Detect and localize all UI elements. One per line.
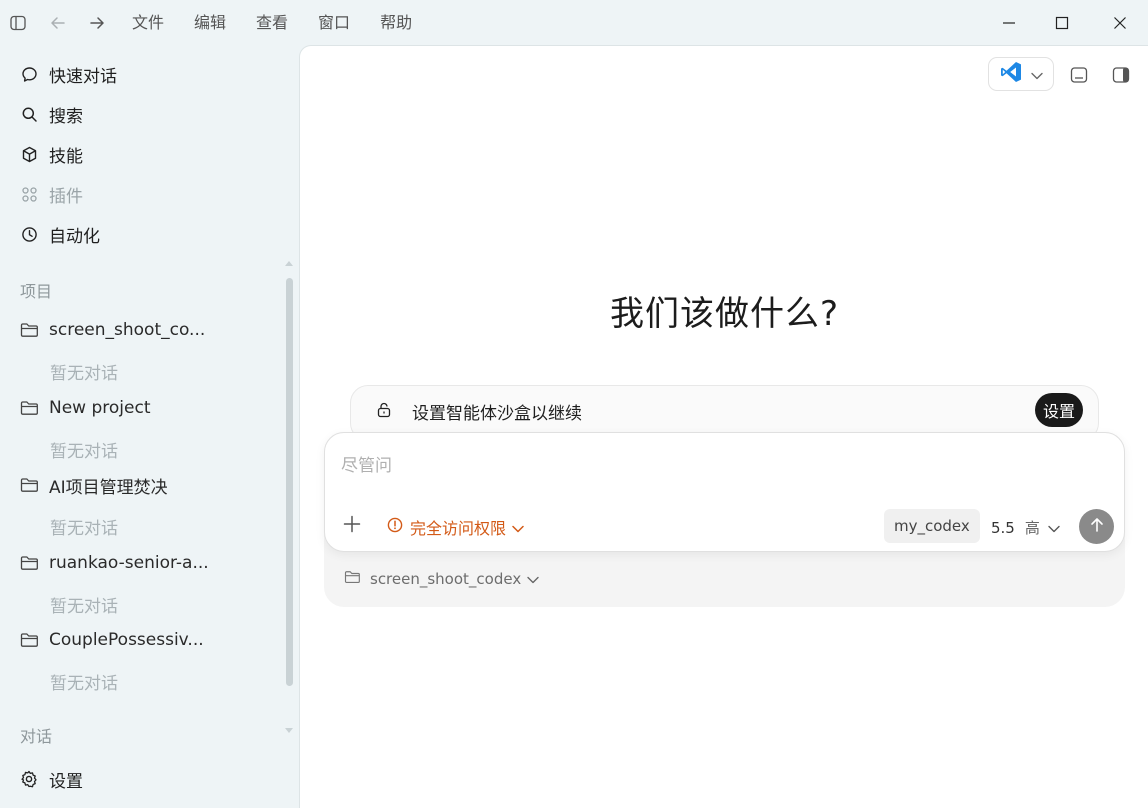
nav-label: 自动化: [49, 226, 100, 247]
folder-icon: [20, 554, 40, 572]
conversations-section-label: 对话: [20, 727, 53, 746]
sandbox-message: 设置智能体沙盒以继续: [412, 404, 582, 424]
nav-automation[interactable]: 自动化: [20, 222, 100, 247]
menu-help[interactable]: 帮助: [380, 12, 412, 34]
close-window-button[interactable]: [1109, 12, 1131, 34]
editor-selector[interactable]: [988, 57, 1054, 91]
sidebar: 快速对话 搜索 技能 插件 自动化 项目 screen_shoot_co... …: [0, 46, 299, 808]
maximize-button[interactable]: [1051, 12, 1073, 34]
bottom-panel-toggle-icon[interactable]: [1070, 66, 1088, 88]
search-icon: [20, 105, 38, 123]
nav-label: 技能: [49, 146, 83, 167]
title-bar: 文件 编辑 查看 窗口 帮助: [0, 0, 1148, 46]
warning-icon: [387, 517, 403, 537]
project-empty-text: 暂无对话: [50, 597, 118, 617]
folder-icon: [344, 570, 361, 588]
add-attachment-icon[interactable]: [343, 515, 361, 537]
project-item[interactable]: AI项目管理焚决: [20, 473, 168, 498]
gear-icon: [20, 770, 38, 788]
project-item[interactable]: New project: [20, 396, 151, 420]
menu-bar: 文件 编辑 查看 窗口 帮助: [132, 12, 442, 34]
clock-icon: [20, 225, 38, 243]
project-empty-text: 暂无对话: [50, 519, 118, 539]
sidebar-toggle-icon[interactable]: [9, 14, 27, 32]
projects-section-label: 项目: [20, 282, 53, 301]
menu-window[interactable]: 窗口: [318, 12, 350, 34]
chat-bubble-icon: [20, 65, 38, 83]
vscode-icon: [999, 60, 1023, 88]
project-empty-text: 暂无对话: [50, 674, 118, 694]
project-item[interactable]: CouplePossessiv...: [20, 628, 204, 652]
project-name: ruankao-senior-a...: [49, 553, 209, 573]
nav-quick-chat[interactable]: 快速对话: [20, 62, 117, 87]
folder-icon: [20, 321, 40, 339]
model-selector[interactable]: 5.5 高: [991, 517, 1060, 538]
nav-plugins[interactable]: 插件: [20, 182, 83, 207]
project-empty-text: 暂无对话: [50, 442, 118, 462]
sidebar-scrollbar-thumb[interactable]: [286, 278, 293, 686]
right-panel-toggle-icon[interactable]: [1112, 66, 1130, 88]
folder-icon: [20, 399, 40, 417]
nav-label: 搜索: [49, 106, 83, 127]
access-permission-dropdown[interactable]: 完全访问权限: [387, 515, 524, 539]
project-item[interactable]: ruankao-senior-a...: [20, 551, 209, 575]
project-empty-text: 暂无对话: [50, 364, 118, 384]
chevron-down-icon: [527, 570, 539, 588]
sandbox-setup-button[interactable]: 设置: [1035, 393, 1083, 427]
prompt-input[interactable]: 尽管问: [341, 451, 392, 476]
arrow-up-icon: [1089, 517, 1105, 537]
composer: 尽管问 完全访问权限 my_codex 5.5 高: [324, 432, 1125, 552]
back-arrow-icon[interactable]: [48, 13, 68, 33]
minimize-button[interactable]: [998, 12, 1020, 34]
grid-icon: [20, 185, 38, 203]
forward-arrow-icon[interactable]: [87, 13, 107, 33]
project-name: New project: [49, 398, 151, 418]
model-version: 5.5: [991, 518, 1015, 537]
menu-view[interactable]: 查看: [256, 12, 288, 34]
workspace-folder-name: screen_shoot_codex: [370, 570, 522, 588]
nav-label: 插件: [49, 186, 83, 207]
chevron-down-icon: [1031, 65, 1043, 84]
page-heading: 我们该做什么?: [609, 294, 840, 334]
settings-label: 设置: [49, 771, 83, 792]
project-name: screen_shoot_co...: [49, 320, 206, 340]
menu-file[interactable]: 文件: [132, 12, 164, 34]
codex-profile-chip[interactable]: my_codex: [884, 509, 980, 543]
settings-button[interactable]: 设置: [20, 767, 83, 792]
project-item[interactable]: screen_shoot_co...: [20, 318, 205, 342]
lock-icon: [377, 402, 391, 422]
workspace-folder-selector[interactable]: screen_shoot_codex: [344, 570, 539, 588]
project-name: AI项目管理焚决: [49, 477, 168, 498]
nav-search[interactable]: 搜索: [20, 102, 83, 127]
main-panel: 我们该做什么? 设置智能体沙盒以继续 设置 尽管问 完全访问权限 my_code…: [299, 45, 1148, 808]
send-button[interactable]: [1079, 509, 1114, 544]
access-label: 完全访问权限: [410, 519, 507, 538]
nav-skills[interactable]: 技能: [20, 142, 83, 167]
chevron-down-icon: [512, 518, 524, 537]
project-name: CouplePossessiv...: [49, 630, 204, 650]
cube-icon: [20, 145, 38, 163]
nav-label: 快速对话: [49, 66, 117, 87]
chevron-down-icon: [1048, 519, 1060, 537]
folder-icon: [20, 476, 40, 494]
model-level: 高: [1024, 519, 1040, 537]
menu-edit[interactable]: 编辑: [194, 12, 226, 34]
folder-icon: [20, 631, 40, 649]
